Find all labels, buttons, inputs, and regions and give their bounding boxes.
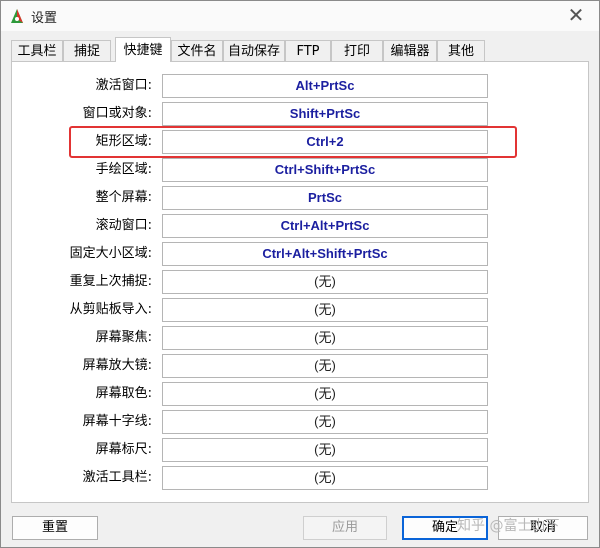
shortcut-row: 从剪贴板导入: (无) (12, 298, 590, 324)
tab-filename[interactable]: 文件名 (171, 40, 223, 61)
tab-editor[interactable]: 编辑器 (383, 40, 437, 61)
shortcut-row: 屏幕聚焦: (无) (12, 326, 590, 352)
shortcut-label: 屏幕取色: (95, 386, 152, 401)
shortcut-label: 屏幕标尺: (95, 442, 152, 457)
tab-hotkeys[interactable]: 快捷键 (115, 37, 171, 62)
tab-capture[interactable]: 捕捉 (63, 40, 111, 61)
shortcut-row: 固定大小区域: Ctrl+Alt+Shift+PrtSc (12, 242, 590, 268)
shortcut-label: 整个屏幕: (95, 190, 152, 205)
shortcut-field-magnifier[interactable]: (无) (162, 354, 488, 378)
shortcut-field-repeat-last[interactable]: (无) (162, 270, 488, 294)
apply-button[interactable]: 应用 (303, 516, 387, 540)
shortcut-label: 滚动窗口: (95, 218, 152, 233)
tab-toolbar[interactable]: 工具栏 (11, 40, 63, 61)
shortcut-field-ruler[interactable]: (无) (162, 438, 488, 462)
reset-button[interactable]: 重置 (12, 516, 98, 540)
shortcut-field-rectangle[interactable]: Ctrl+2 (162, 130, 488, 154)
shortcut-row: 屏幕取色: (无) (12, 382, 590, 408)
shortcut-label: 矩形区域: (95, 134, 152, 149)
shortcut-row: 窗口或对象: Shift+PrtSc (12, 102, 590, 128)
tab-ftp[interactable]: FTP (285, 40, 331, 61)
shortcut-row: 滚动窗口: Ctrl+Alt+PrtSc (12, 214, 590, 240)
shortcut-label: 固定大小区域: (69, 246, 152, 261)
shortcut-row: 矩形区域: Ctrl+2 (12, 130, 590, 156)
shortcut-label: 屏幕聚焦: (95, 330, 152, 345)
shortcut-row: 屏幕标尺: (无) (12, 438, 590, 464)
shortcut-label: 激活窗口: (95, 78, 152, 93)
window-title: 设置 (31, 11, 58, 26)
tab-print[interactable]: 打印 (331, 40, 383, 61)
shortcut-label: 激活工具栏: (82, 470, 152, 485)
shortcut-field-full-screen[interactable]: PrtSc (162, 186, 488, 210)
shortcut-row: 激活工具栏: (无) (12, 466, 590, 492)
shortcut-row: 屏幕放大镜: (无) (12, 354, 590, 380)
watermark: 知乎 @富士山下 (457, 518, 560, 534)
shortcut-field-freehand[interactable]: Ctrl+Shift+PrtSc (162, 158, 488, 182)
shortcut-field-import-clipboard[interactable]: (无) (162, 298, 488, 322)
shortcut-label: 屏幕放大镜: (82, 358, 152, 373)
shortcut-field-window-object[interactable]: Shift+PrtSc (162, 102, 488, 126)
shortcut-label: 重复上次捕捉: (69, 274, 152, 289)
tab-autosave[interactable]: 自动保存 (223, 40, 285, 61)
app-icon (11, 9, 23, 23)
shortcut-label: 从剪贴板导入: (69, 302, 152, 317)
tab-other[interactable]: 其他 (437, 40, 485, 61)
shortcut-row: 整个屏幕: PrtSc (12, 186, 590, 212)
shortcut-field-active-window[interactable]: Alt+PrtSc (162, 74, 488, 98)
close-icon[interactable]: ✕ (565, 4, 587, 26)
shortcut-row: 重复上次捕捉: (无) (12, 270, 590, 296)
shortcut-row: 手绘区域: Ctrl+Shift+PrtSc (12, 158, 590, 184)
shortcut-field-spotlight[interactable]: (无) (162, 326, 488, 350)
shortcut-label: 屏幕十字线: (82, 414, 152, 429)
shortcut-row: 激活窗口: Alt+PrtSc (12, 74, 590, 100)
settings-window: 设置 ✕ 工具栏 捕捉 快捷键 文件名 自动保存 FTP 打印 编辑器 其他 激… (0, 0, 600, 548)
title-bar: 设置 ✕ (1, 1, 599, 31)
shortcut-field-crosshair[interactable]: (无) (162, 410, 488, 434)
shortcut-field-activate-toolbar[interactable]: (无) (162, 466, 488, 490)
hotkeys-panel: 激活窗口: Alt+PrtSc 窗口或对象: Shift+PrtSc 矩形区域:… (11, 61, 589, 503)
shortcut-field-color-picker[interactable]: (无) (162, 382, 488, 406)
shortcut-row: 屏幕十字线: (无) (12, 410, 590, 436)
shortcut-field-scrolling-window[interactable]: Ctrl+Alt+PrtSc (162, 214, 488, 238)
shortcut-label: 窗口或对象: (82, 106, 152, 121)
shortcut-label: 手绘区域: (95, 162, 152, 177)
shortcut-field-fixed-size[interactable]: Ctrl+Alt+Shift+PrtSc (162, 242, 488, 266)
